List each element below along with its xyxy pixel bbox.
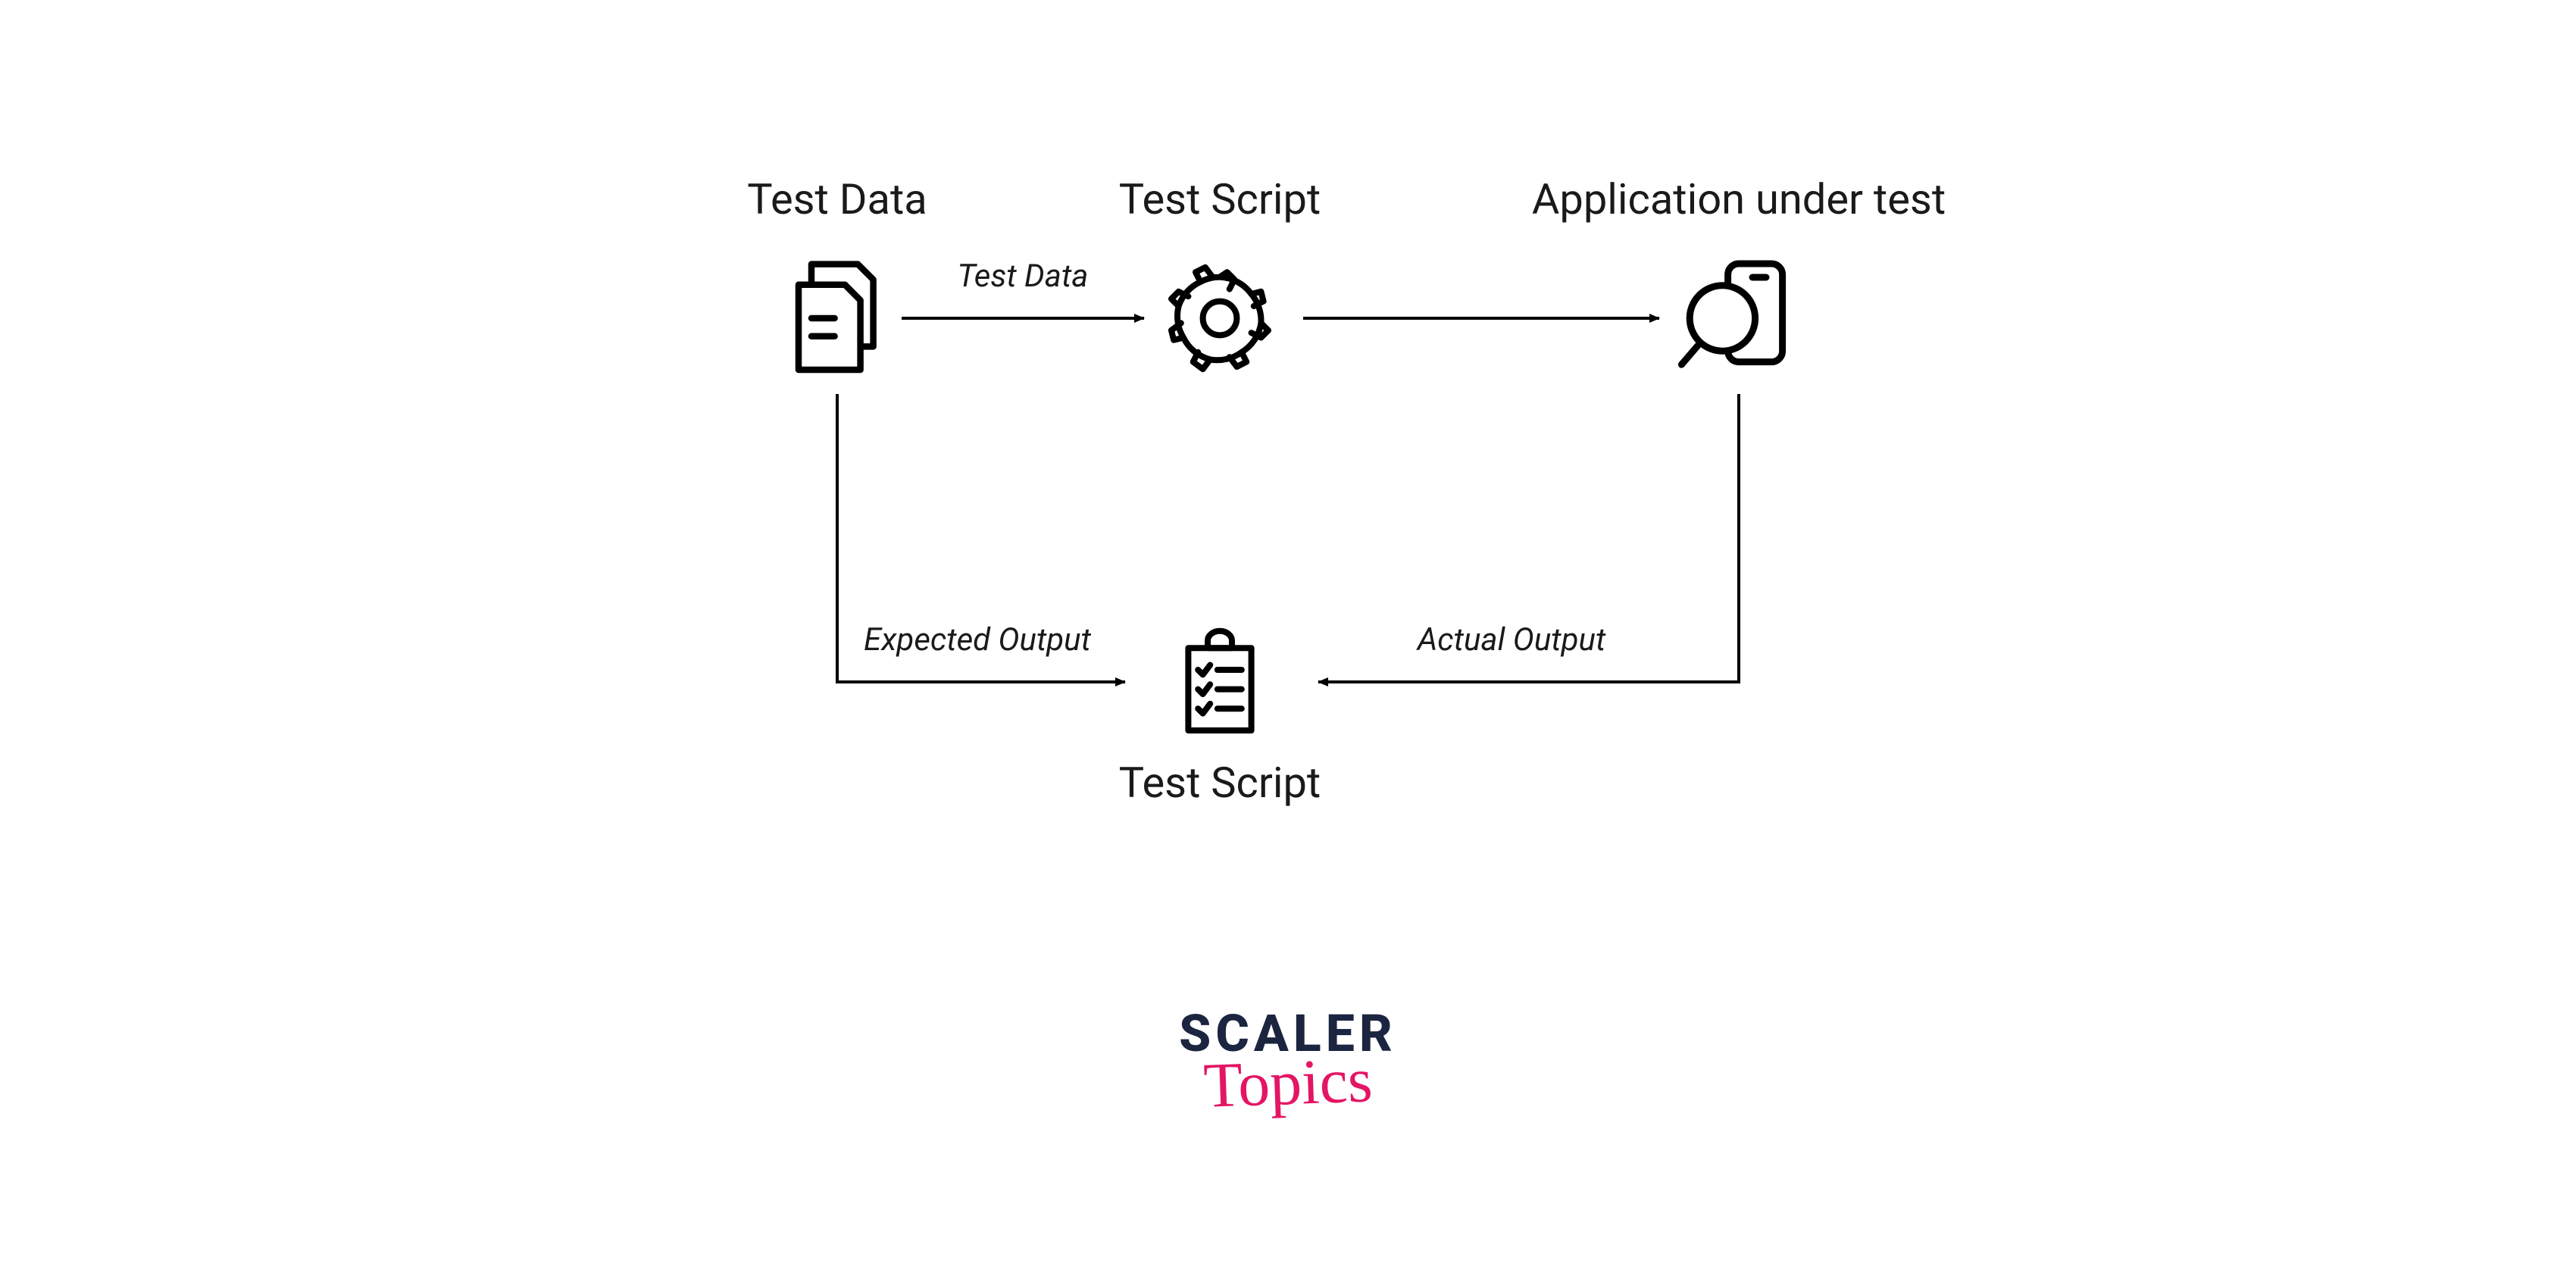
edge-label-actual-output: Actual Output [1418,621,1606,658]
edge-label-expected-output: Expected Output [864,621,1091,658]
brand-text-topics: Topics [1178,1051,1398,1116]
checklist-icon [1159,621,1280,743]
node-label-app-under-test: Application under test [1532,174,1946,224]
node-label-test-data: Test Data [747,174,927,224]
app-inspect-icon [1671,250,1807,386]
documents-icon [773,254,902,383]
gear-icon [1159,258,1280,379]
diagram-canvas: Test Data Test Script Application under … [0,0,2576,1276]
edge-label-data-to-script: Test Data [958,258,1089,295]
node-label-test-script-bottom: Test Script [1119,758,1321,808]
brand-logo: SCALER Topics [1179,1008,1397,1112]
node-label-test-script-top: Test Script [1119,174,1321,224]
